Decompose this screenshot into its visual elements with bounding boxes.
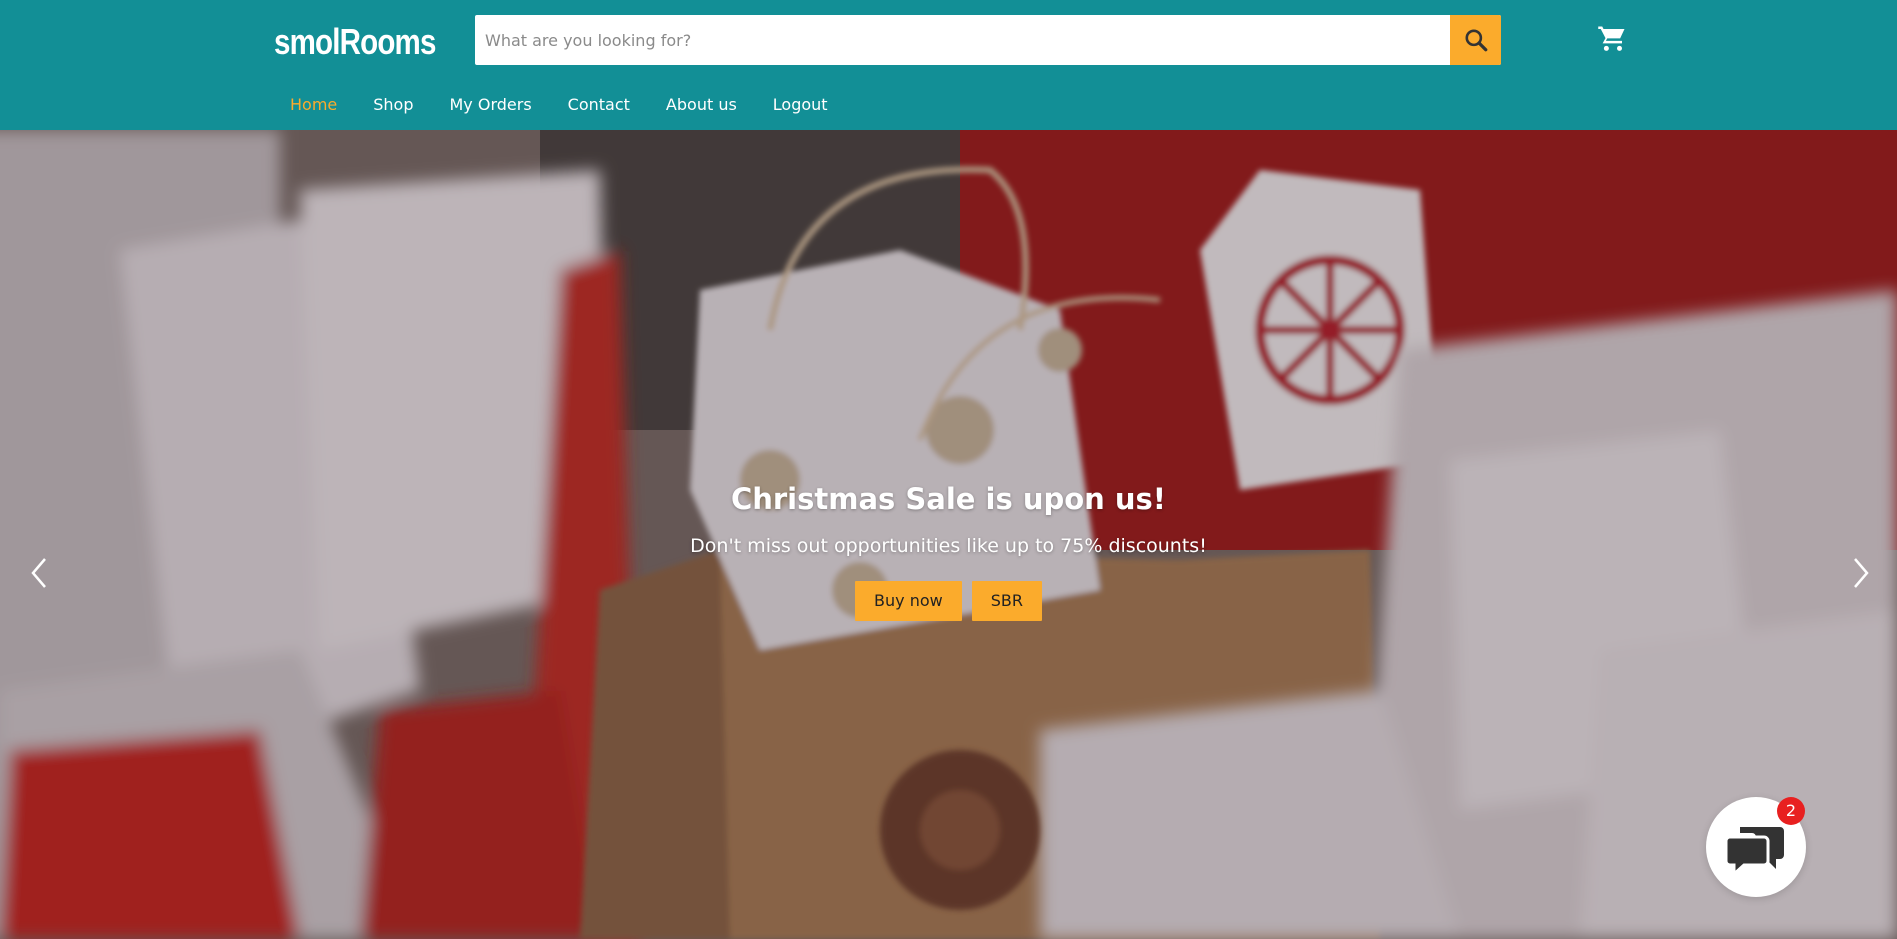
search-button[interactable] — [1450, 15, 1501, 65]
hero-carousel: Christmas Sale is upon us! Don't miss ou… — [0, 130, 1897, 939]
cart-icon — [1598, 26, 1625, 51]
cart-button[interactable] — [1597, 24, 1627, 54]
chat-notification-badge: 2 — [1777, 797, 1805, 825]
nav-item-my-orders[interactable]: My Orders — [432, 90, 550, 122]
site-header: smolRooms Home Shop My Orders Contact Ab… — [0, 0, 1897, 130]
search-icon — [1464, 29, 1487, 52]
main-nav: Home Shop My Orders Contact About us Log… — [272, 90, 846, 122]
sbr-button[interactable]: SBR — [971, 581, 1042, 621]
hero-subtitle: Don't miss out opportunities like up to … — [690, 535, 1207, 557]
nav-item-logout[interactable]: Logout — [755, 90, 846, 122]
site-logo[interactable]: smolRooms — [274, 20, 436, 64]
hero-title: Christmas Sale is upon us! — [730, 482, 1167, 516]
search-input[interactable] — [475, 15, 1450, 65]
nav-item-contact[interactable]: Contact — [550, 90, 648, 122]
nav-item-shop[interactable]: Shop — [355, 90, 431, 122]
nav-item-home[interactable]: Home — [272, 90, 355, 122]
nav-item-about-us[interactable]: About us — [648, 90, 755, 122]
buy-now-button[interactable]: Buy now — [855, 581, 962, 621]
search-bar — [475, 15, 1501, 65]
hero-buttons: Buy now SBR — [0, 581, 1897, 621]
